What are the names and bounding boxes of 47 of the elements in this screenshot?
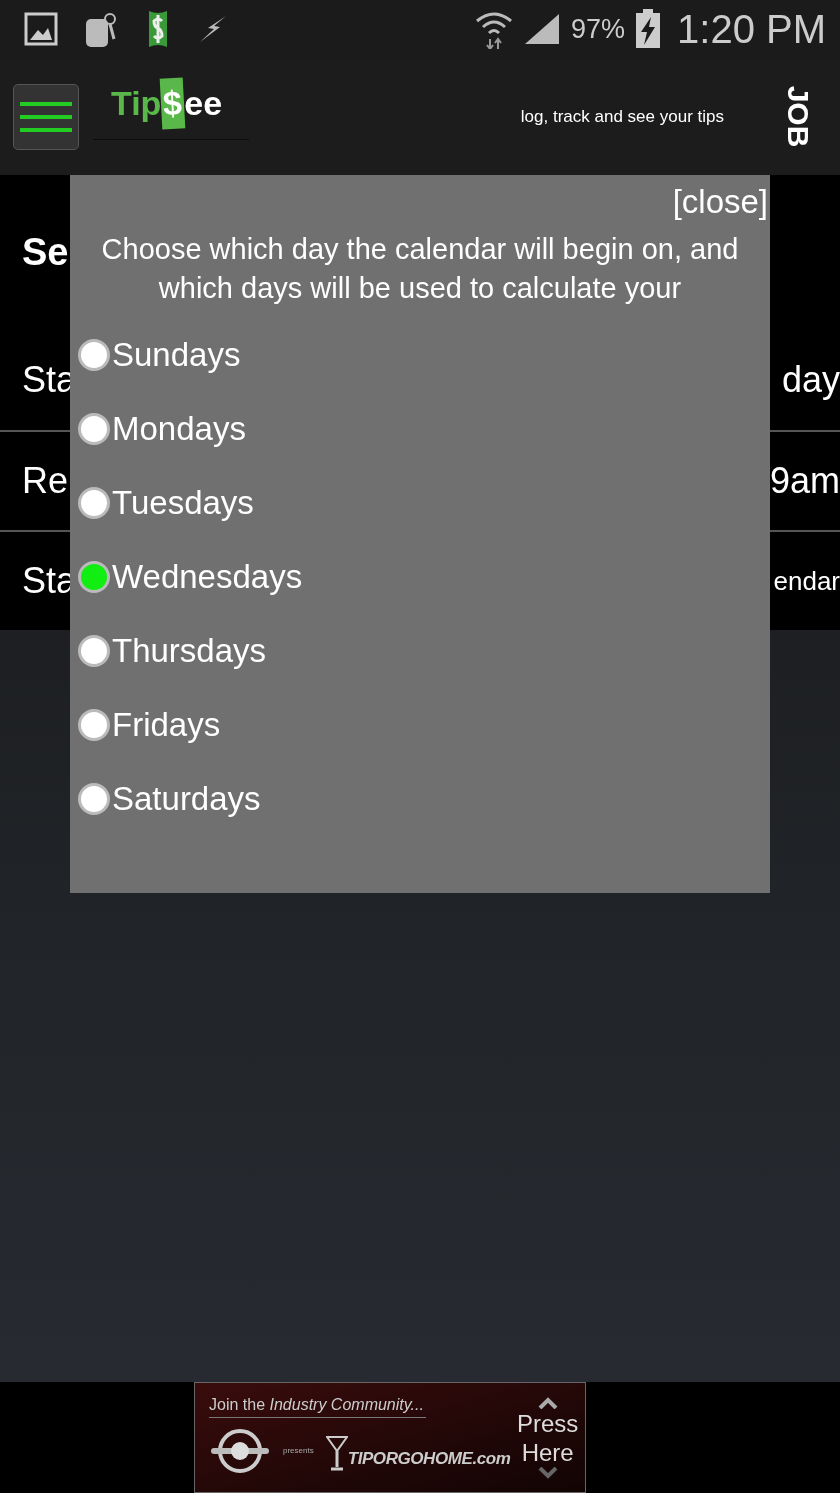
- radio-option[interactable]: Sundays: [78, 318, 770, 392]
- option-label: Tuesdays: [112, 483, 254, 524]
- down-chevron-icon: [537, 1466, 558, 1479]
- radio-button[interactable]: [78, 709, 110, 741]
- option-label: Sundays: [112, 335, 241, 376]
- emblem-icon: [209, 1426, 271, 1476]
- dollar-bill-icon: [146, 9, 170, 49]
- battery-charging-icon: [635, 9, 662, 49]
- option-label: Thursdays: [112, 631, 267, 672]
- radio-button[interactable]: [78, 783, 110, 815]
- battery-percent: 97%: [571, 12, 626, 46]
- setting-value: day: [781, 358, 840, 402]
- setting-label: Re: [22, 459, 69, 503]
- radio-button[interactable]: [78, 561, 110, 593]
- setting-value: endar: [773, 564, 840, 598]
- dialog-description: Choose which day the calendar will begin on, and which days will be used to calculate your: [100, 232, 740, 306]
- radio-option[interactable]: Thursdays: [78, 614, 770, 688]
- wifi-icon: [475, 9, 513, 49]
- setting-value: 9am: [769, 459, 840, 503]
- settings-title: Se: [22, 230, 69, 275]
- option-label: Mondays: [112, 409, 246, 450]
- ad-headline: Join the Industry Community...: [209, 1393, 426, 1418]
- tagline: log, track and see your tips: [520, 105, 724, 128]
- radio-button[interactable]: [78, 413, 110, 445]
- radio-option[interactable]: Wednesdays: [78, 540, 770, 614]
- radio-option[interactable]: Tuesdays: [78, 466, 770, 540]
- menu-button[interactable]: [13, 83, 79, 150]
- ad-presents: presents: [283, 1445, 314, 1457]
- ad-banner[interactable]: Join the Industry Community... presents TIPORGOHOME.com Press Here: [194, 1382, 586, 1493]
- up-chevron-icon: [537, 1396, 558, 1409]
- option-label: Wednesdays: [112, 557, 303, 598]
- job-tab[interactable]: JOB: [782, 76, 816, 157]
- close-button[interactable]: [close]: [672, 185, 770, 218]
- signal-icon: [523, 12, 561, 46]
- option-label: Fridays: [112, 705, 221, 746]
- ad-button-text: Press Here: [517, 1408, 579, 1467]
- radio-option[interactable]: Mondays: [78, 392, 770, 466]
- radio-option[interactable]: Fridays: [78, 688, 770, 762]
- app-logo: Tip$ee: [93, 78, 249, 140]
- option-label: Saturdays: [112, 779, 261, 820]
- clock-time: 1:20 PM: [677, 6, 826, 53]
- gallery-icon: [24, 12, 58, 46]
- radio-button[interactable]: [78, 339, 110, 371]
- radio-option[interactable]: Saturdays: [78, 762, 770, 836]
- ad-brand: TIPORGOHOME.com: [347, 1447, 511, 1470]
- radio-button[interactable]: [78, 635, 110, 667]
- radio-button[interactable]: [78, 487, 110, 519]
